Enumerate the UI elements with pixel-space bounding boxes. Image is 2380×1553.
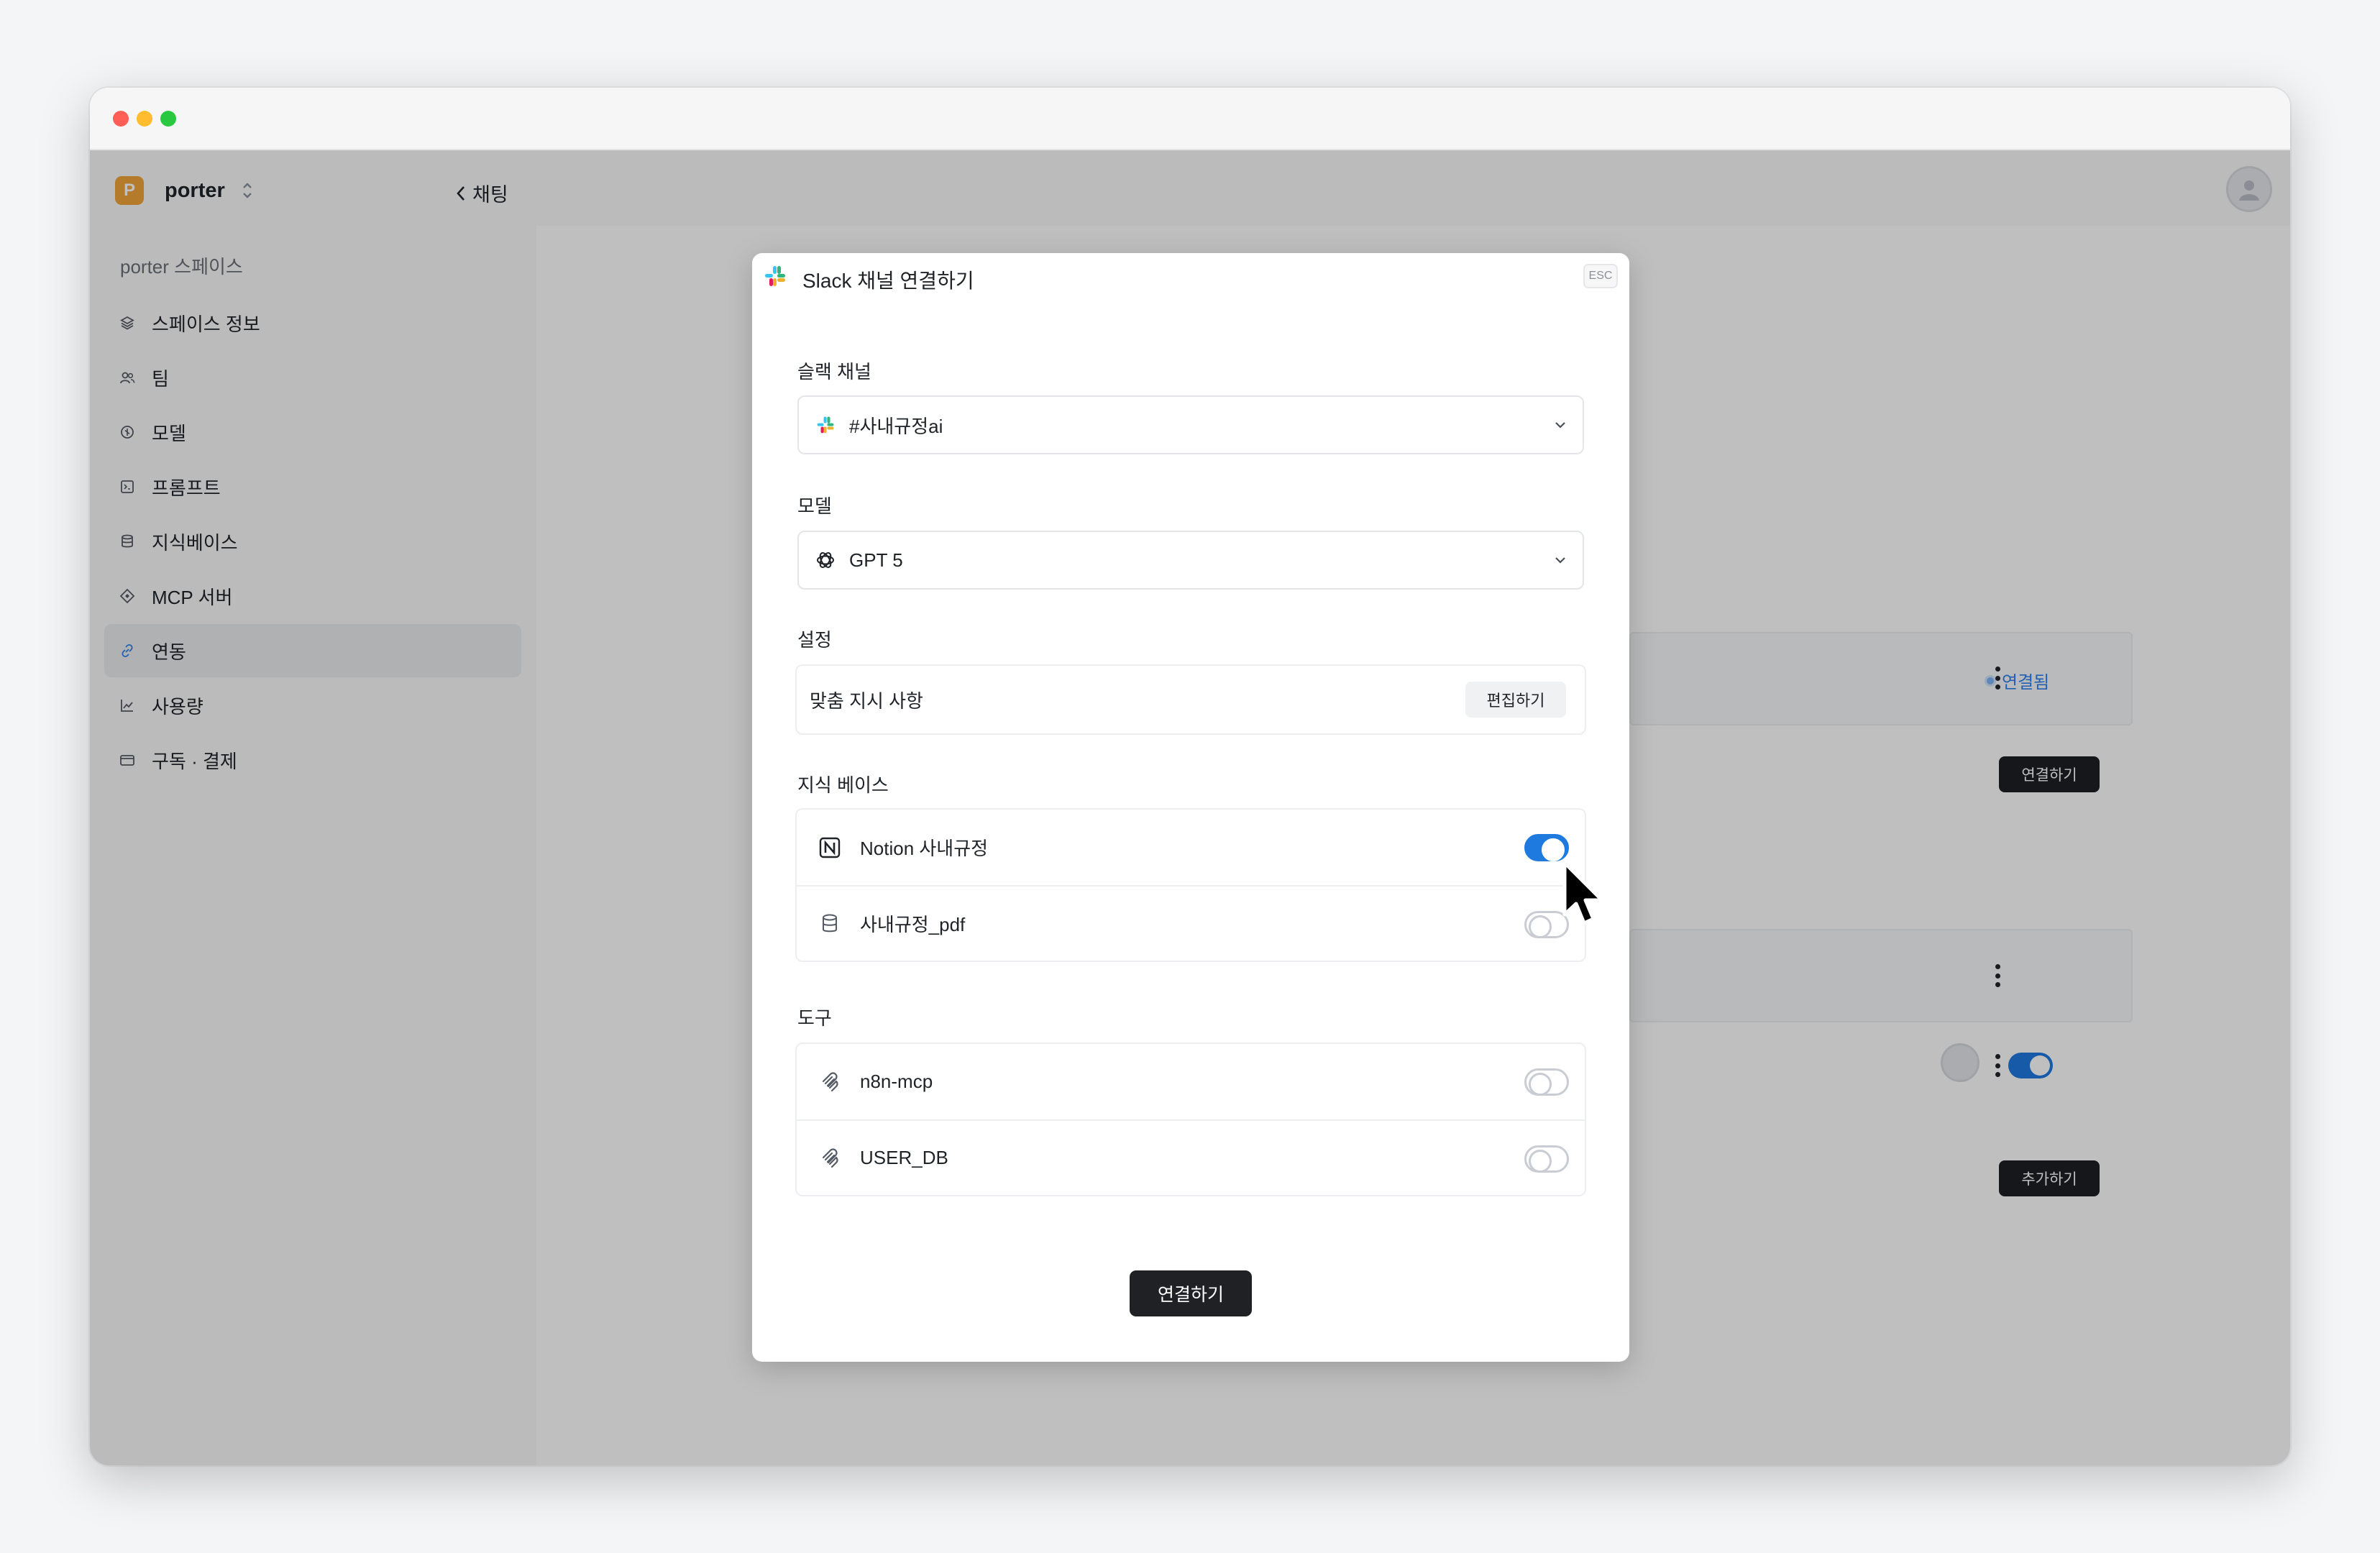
edit-instructions-button[interactable]: 편집하기 [1465,682,1566,718]
kb-item-label: 사내규정_pdf [860,914,966,935]
kb-item-notion: Notion 사내규정 [797,810,1585,885]
model-value: GPT 5 [849,549,903,571]
title-bar [90,88,2290,150]
settings-panel: 맞춤 지시 사항 편집하기 [795,664,1586,735]
tool-toggle-n8n-mcp[interactable] [1524,1068,1569,1096]
kb-toggle-notion[interactable] [1524,834,1569,861]
mcp-icon [817,1069,843,1095]
kb-item-label: Notion 사내규정 [860,838,989,859]
chevron-down-icon [1555,557,1565,564]
mouse-cursor-icon [1562,861,1604,925]
tools-label: 도구 [797,1007,832,1029]
custom-instructions-label: 맞춤 지시 사항 [810,690,923,712]
tool-item-label: n8n-mcp [860,1071,933,1092]
settings-label: 설정 [797,629,832,651]
connect-submit-button[interactable]: 연결하기 [1130,1270,1252,1316]
modal-title: Slack 채널 연결하기 [802,270,974,292]
slack-logo-icon [815,414,836,436]
kb-item-pdf: 사내규정_pdf [797,885,1585,961]
slack-connect-modal: Slack 채널 연결하기 ESC 슬랙 채널 #사내규정ai 모델 GPT 5… [752,253,1629,1362]
tool-item-n8n-mcp: n8n-mcp [797,1044,1585,1119]
channel-label: 슬랙 채널 [797,361,871,382]
tools-panel: n8n-mcp USER_DB [795,1043,1586,1196]
model-select[interactable]: GPT 5 [797,531,1584,590]
maximize-window-button[interactable] [160,111,176,127]
minimize-window-button[interactable] [137,111,152,127]
close-window-button[interactable] [113,111,129,127]
mcp-icon [817,1145,843,1171]
openai-logo-icon [815,549,836,571]
channel-select[interactable]: #사내규정ai [797,395,1584,454]
chevron-down-icon [1555,422,1565,429]
knowledge-base-panel: Notion 사내규정 사내규정_pdf [795,808,1586,962]
tool-item-user-db: USER_DB [797,1119,1585,1195]
model-label: 모델 [797,495,832,517]
knowledge-base-label: 지식 베이스 [797,774,889,796]
channel-value: #사내규정ai [849,415,943,437]
tool-toggle-user-db[interactable] [1524,1145,1569,1173]
tool-item-label: USER_DB [860,1147,948,1168]
database-icon [817,911,843,937]
custom-instructions-row: 맞춤 지시 사항 편집하기 [797,666,1585,733]
close-modal-button[interactable]: ESC [1583,264,1618,288]
slack-logo-icon [765,266,785,286]
notion-logo-icon [817,835,843,861]
